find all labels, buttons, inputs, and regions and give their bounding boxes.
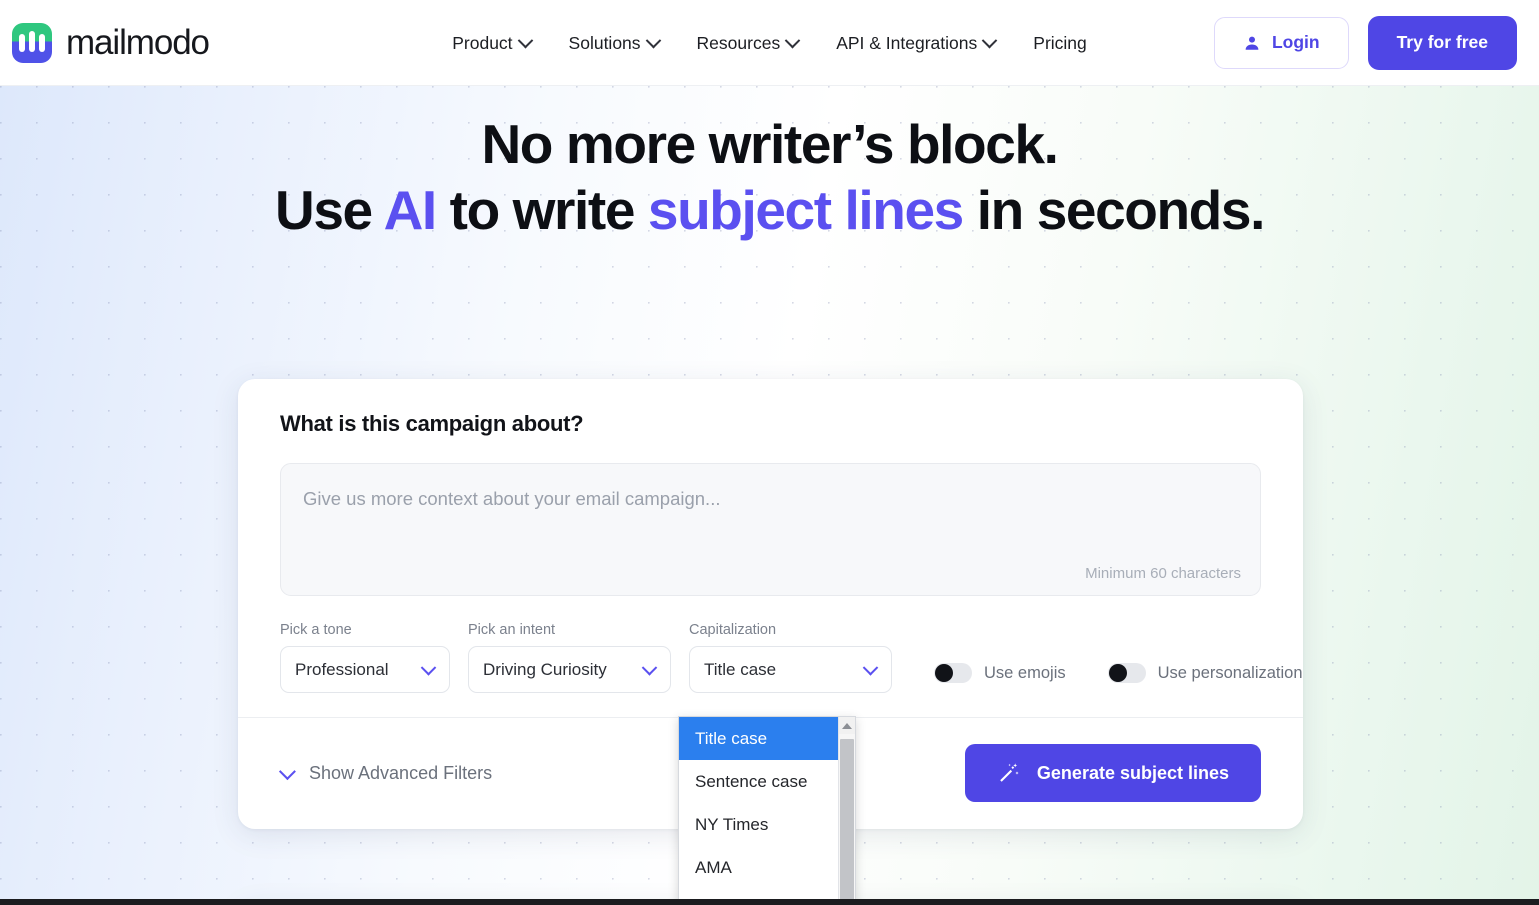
toggle-switch (1107, 663, 1146, 683)
scrollbar-thumb[interactable] (840, 739, 854, 905)
tone-field: Pick a tone Professional (280, 622, 450, 693)
form-title: What is this campaign about? (280, 411, 584, 436)
nav-label: Solutions (568, 32, 641, 53)
nav-label: Product (452, 32, 513, 53)
advanced-filters-label: Show Advanced Filters (309, 762, 493, 783)
nav-item-solutions[interactable]: Solutions (550, 23, 678, 64)
intent-select[interactable]: Driving Curiosity (468, 646, 671, 693)
capitalization-select[interactable]: Title case (689, 646, 892, 693)
nav-item-resources[interactable]: Resources (678, 23, 818, 64)
chevron-down-icon (517, 32, 533, 48)
nav-item-pricing[interactable]: Pricing (1014, 23, 1106, 64)
try-for-free-button[interactable]: Try for free (1367, 15, 1517, 70)
dropdown-option-sentence-case[interactable]: Sentence case (679, 760, 838, 803)
chevron-down-icon (278, 763, 296, 781)
nav-item-product[interactable]: Product (433, 23, 549, 64)
capitalization-value: Title case (704, 659, 777, 679)
dropdown-scrollbar[interactable] (838, 717, 855, 905)
capitalization-field: Capitalization Title case (689, 622, 892, 693)
textarea-placeholder: Give us more context about your email ca… (303, 488, 721, 509)
use-emojis-label: Use emojis (984, 663, 1066, 682)
dropdown-option-ama[interactable]: AMA (679, 846, 838, 889)
nav-item-api-integrations[interactable]: API & Integrations (817, 23, 1014, 64)
login-label: Login (1271, 32, 1320, 52)
chevron-down-icon (641, 659, 658, 676)
generate-label: Generate subject lines (1036, 762, 1229, 783)
chevron-down-icon (784, 32, 801, 48)
tone-select[interactable]: Professional (280, 646, 450, 693)
person-icon (1245, 36, 1259, 50)
headline-accent-ai: AI (383, 179, 438, 241)
dropdown-options: Title case Sentence case NY Times AMA AP… (679, 717, 838, 905)
toggle-switch (934, 663, 972, 683)
chevron-down-icon (981, 32, 998, 48)
chevron-down-icon (645, 32, 661, 48)
page-bottom-edge (0, 899, 1539, 905)
intent-label: Pick an intent (468, 622, 556, 638)
headline-line-1: No more writer’s block. (481, 113, 1058, 175)
intent-value: Driving Curiosity (483, 659, 607, 679)
nav-label: Resources (696, 32, 781, 53)
tone-value: Professional (295, 659, 389, 679)
dropdown-option-ny-times[interactable]: NY Times (679, 803, 838, 846)
intent-field: Pick an intent Driving Curiosity (468, 622, 671, 693)
capitalization-dropdown-list[interactable]: Title case Sentence case NY Times AMA AP… (678, 716, 856, 905)
chevron-down-icon (862, 659, 879, 676)
nav-label: API & Integrations (836, 32, 978, 53)
login-button[interactable]: Login (1213, 16, 1349, 69)
brand-logo[interactable]: mailmodo (12, 22, 210, 63)
headline-line-2: Use AI to write subject lines in seconds… (0, 177, 1539, 243)
option-toggles: Use emojis Use personalization (934, 663, 1303, 693)
headline-text: in seconds. (962, 179, 1266, 241)
mailmodo-logo-icon (12, 22, 52, 63)
hero-section: No more writer’s block. Use AI to write … (0, 86, 1539, 905)
use-emojis-toggle[interactable]: Use emojis (934, 663, 1066, 683)
headline-accent-subject-lines: subject lines (647, 179, 964, 241)
chevron-down-icon (420, 659, 437, 676)
campaign-context-textarea[interactable]: Give us more context about your email ca… (280, 463, 1261, 596)
nav-label: Pricing (1033, 32, 1087, 53)
generate-subject-lines-button[interactable]: Generate subject lines (964, 744, 1261, 802)
headline-text: Use (275, 179, 384, 241)
show-advanced-filters-toggle[interactable]: Show Advanced Filters (278, 762, 493, 784)
brand-name: mailmodo (66, 22, 210, 62)
form-controls: Pick a tone Professional Pick an intent … (280, 622, 1303, 717)
min-characters-hint: Minimum 60 characters (1085, 565, 1241, 582)
magic-wand-icon (1000, 763, 1019, 782)
headline-text: to write (435, 179, 648, 241)
header-actions: Login Try for free (1213, 15, 1517, 70)
use-personalization-toggle[interactable]: Use personalization (1107, 663, 1303, 683)
triangle-up-icon[interactable] (839, 717, 855, 734)
dropdown-option-title-case[interactable]: Title case (679, 717, 838, 760)
use-personalization-label: Use personalization (1157, 663, 1303, 682)
tone-label: Pick a tone (280, 622, 352, 638)
page-title: No more writer’s block. Use AI to write … (0, 86, 1539, 243)
site-header: mailmodo Product Solutions Resources API… (0, 0, 1539, 86)
capitalization-label: Capitalization (689, 622, 777, 638)
